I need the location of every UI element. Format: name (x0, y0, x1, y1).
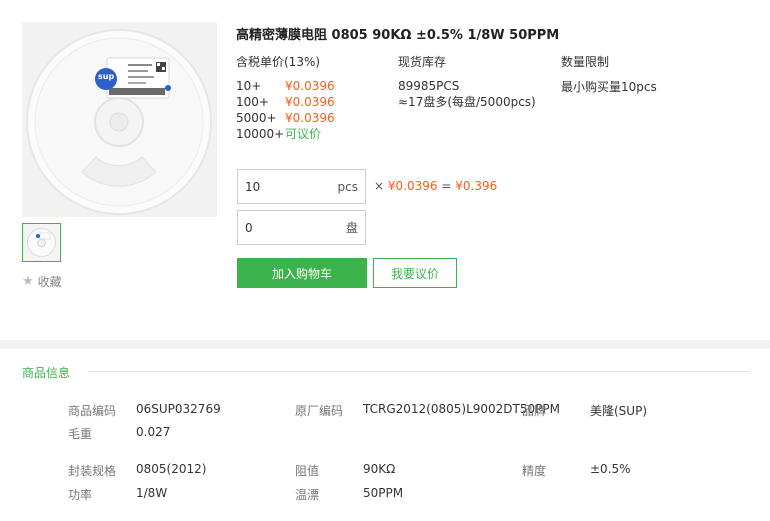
favorite-label: 收藏 (37, 275, 62, 289)
quantity-field[interactable]: pcs (237, 169, 366, 204)
negotiate-price-button[interactable]: 我要议价 (373, 258, 457, 288)
spec-label: 商品编码 (68, 404, 117, 418)
spec-value: 1/8W (136, 486, 168, 500)
price-tier-list: 10+ ¥0.0396 100+ ¥0.0396 5000+ ¥0.0396 1… (236, 78, 335, 142)
stock-header: 现货库存 (398, 55, 447, 69)
spec-label: 毛重 (68, 427, 93, 441)
spec-value: 06SUP032769 (136, 402, 221, 416)
price-calculation: × ¥0.0396 = ¥0.396 (374, 179, 497, 193)
spec-value: 美隆(SUP) (590, 404, 648, 418)
stock-reels: ≈17盘多(每盘/5000pcs) (398, 95, 536, 109)
reel-thumb-icon (27, 228, 56, 257)
spec-label: 精度 (522, 464, 547, 478)
tier-qty: 10000+ (236, 127, 285, 141)
spec-item: 毛重 0.027 (68, 425, 170, 442)
spec-item: 温漂 50PPM (295, 486, 403, 503)
section-divider (0, 340, 770, 349)
price-tier: 10000+ 可议价 (236, 126, 335, 142)
add-to-cart-button[interactable]: 加入购物车 (237, 258, 367, 288)
tier-qty: 10+ (236, 79, 262, 93)
spec-label: 阻值 (295, 464, 320, 478)
spec-label: 原厂编码 (295, 404, 344, 418)
quantity-input[interactable] (238, 179, 328, 194)
reel-field[interactable]: 盘 (237, 210, 366, 245)
product-image[interactable]: sup (22, 22, 217, 217)
spec-value: 0.027 (136, 425, 171, 439)
unit-price: ¥0.0396 (387, 179, 438, 193)
spec-label: 温漂 (295, 488, 320, 502)
stock-info: 89985PCS ≈17盘多(每盘/5000pcs) (398, 78, 536, 110)
section-line (88, 371, 750, 372)
tier-price: ¥0.0396 (285, 79, 335, 93)
tier-price: ¥0.0396 (285, 111, 335, 125)
product-info-title: 商品信息 (22, 366, 71, 380)
price-tier: 5000+ ¥0.0396 (236, 110, 335, 126)
spec-value: 0805(2012) (136, 462, 207, 476)
spec-item: 品牌 美隆(SUP) (522, 402, 647, 419)
spec-item: 商品编码 06SUP032769 (68, 402, 221, 419)
spec-value: ±0.5% (590, 462, 631, 476)
min-order-text: 最小购买量10pcs (561, 80, 657, 94)
tier-price: ¥0.0396 (285, 95, 335, 109)
multiply-sign: × (374, 179, 385, 193)
spec-item: 原厂编码 TCRG2012(0805)L9002DT50PPM (295, 402, 560, 419)
spec-item: 封装规格 0805(2012) (68, 462, 206, 479)
spec-value: 50PPM (363, 486, 404, 500)
reel-input[interactable] (238, 220, 328, 235)
brand-logo-text: sup (98, 72, 115, 81)
spec-value: 90KΩ (363, 462, 396, 476)
product-thumbnail[interactable] (22, 223, 61, 262)
tier-qty: 5000+ (236, 111, 277, 125)
spec-item: 功率 1/8W (68, 486, 167, 503)
price-tier: 100+ ¥0.0396 (236, 94, 335, 110)
price-tier: 10+ ¥0.0396 (236, 78, 335, 94)
stock-count: 89985PCS (398, 79, 460, 93)
spec-item: 阻值 90KΩ (295, 462, 395, 479)
limit-header: 数量限制 (561, 55, 610, 69)
tier-negotiable: 可议价 (285, 127, 322, 141)
spec-label: 封装规格 (68, 464, 117, 478)
total-price: ¥0.396 (455, 179, 498, 193)
spec-label: 品牌 (522, 404, 547, 418)
reel-unit: 盘 (345, 221, 358, 235)
product-title: 高精密薄膜电阻 0805 90KΩ ±0.5% 1/8W 50PPM (236, 28, 560, 43)
quantity-unit: pcs (337, 179, 358, 194)
reel-illustration (22, 22, 217, 217)
spec-label: 功率 (68, 488, 93, 502)
spec-item: 精度 ±0.5% (522, 462, 631, 479)
favorite-button[interactable]: ★ 收藏 (22, 273, 62, 290)
tier-qty: 100+ (236, 95, 269, 109)
star-icon: ★ (22, 274, 34, 289)
price-header: 含税单价(13%) (236, 55, 321, 69)
equals-sign: = (441, 179, 452, 193)
